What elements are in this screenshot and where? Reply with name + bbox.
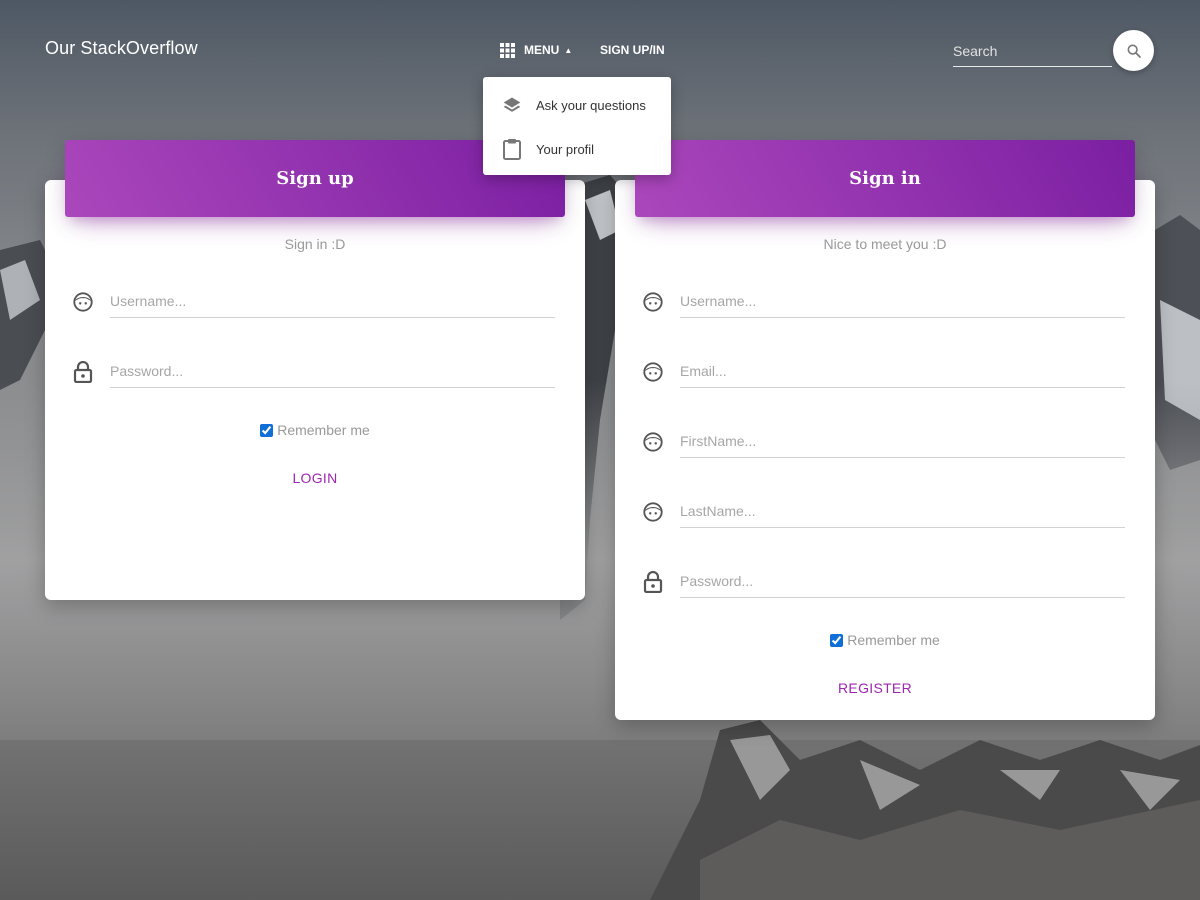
- apps-grid-icon: [500, 42, 515, 58]
- register-card-header: Sign in: [635, 140, 1135, 217]
- firstname-field: [640, 420, 1125, 460]
- caret-up-icon: ▲: [564, 45, 573, 55]
- remember-me: Remember me: [45, 422, 585, 438]
- remember-me-label: Remember me: [847, 632, 940, 648]
- menu-item-your-profile[interactable]: Your profil: [483, 127, 671, 171]
- signup-signin-link[interactable]: SIGN UP/IN: [600, 43, 665, 57]
- layers-icon: [501, 94, 523, 116]
- face-icon: [640, 429, 666, 455]
- email-field: [640, 350, 1125, 390]
- lastname-field: [640, 490, 1125, 530]
- menu-toggle-button[interactable]: MENU ▲: [500, 40, 572, 60]
- remember-me-checkbox[interactable]: [830, 633, 844, 647]
- lock-icon: [640, 569, 666, 595]
- register-card-title: Sign in: [849, 168, 921, 189]
- register-button[interactable]: REGISTER: [605, 680, 1145, 696]
- brand-title[interactable]: Our StackOverflow: [45, 38, 198, 59]
- menu-dropdown: Ask your questions Your profil: [483, 77, 671, 175]
- face-icon: [70, 289, 96, 315]
- face-icon: [640, 359, 666, 385]
- register-password-input[interactable]: [680, 564, 1125, 598]
- menu-item-label: Your profil: [536, 141, 595, 157]
- password-field: [640, 560, 1125, 600]
- search-icon: [1127, 44, 1141, 58]
- remember-me-label: Remember me: [277, 422, 370, 438]
- login-card-subtitle: Sign in :D: [284, 236, 346, 252]
- username-input[interactable]: [110, 284, 555, 318]
- clipboard-icon: [501, 138, 523, 160]
- login-card: Sign up Sign in :D Remember me LOGIN: [45, 140, 585, 600]
- register-username-input[interactable]: [680, 284, 1125, 318]
- search-field: [953, 38, 1112, 67]
- menu-item-label: Ask your questions: [536, 97, 646, 113]
- password-field: [70, 350, 555, 390]
- username-field: [640, 280, 1125, 320]
- lock-icon: [70, 359, 96, 385]
- face-icon: [640, 289, 666, 315]
- search-button[interactable]: [1113, 30, 1154, 71]
- search-input[interactable]: [953, 38, 1112, 64]
- remember-me: Remember me: [615, 632, 1155, 648]
- email-input[interactable]: [680, 354, 1125, 388]
- face-icon: [640, 499, 666, 525]
- username-field: [70, 280, 555, 320]
- menu-item-ask-questions[interactable]: Ask your questions: [483, 83, 671, 127]
- menu-label: MENU: [524, 43, 560, 57]
- register-card-subtitle: Nice to meet you :D: [823, 236, 947, 252]
- lastname-input[interactable]: [680, 494, 1125, 528]
- password-input[interactable]: [110, 354, 555, 388]
- login-card-title: Sign up: [276, 168, 354, 189]
- login-button[interactable]: LOGIN: [45, 470, 585, 486]
- register-card: Sign in Nice to meet you :D Username... …: [615, 140, 1155, 720]
- firstname-input[interactable]: [680, 424, 1125, 458]
- remember-me-checkbox[interactable]: [260, 423, 274, 437]
